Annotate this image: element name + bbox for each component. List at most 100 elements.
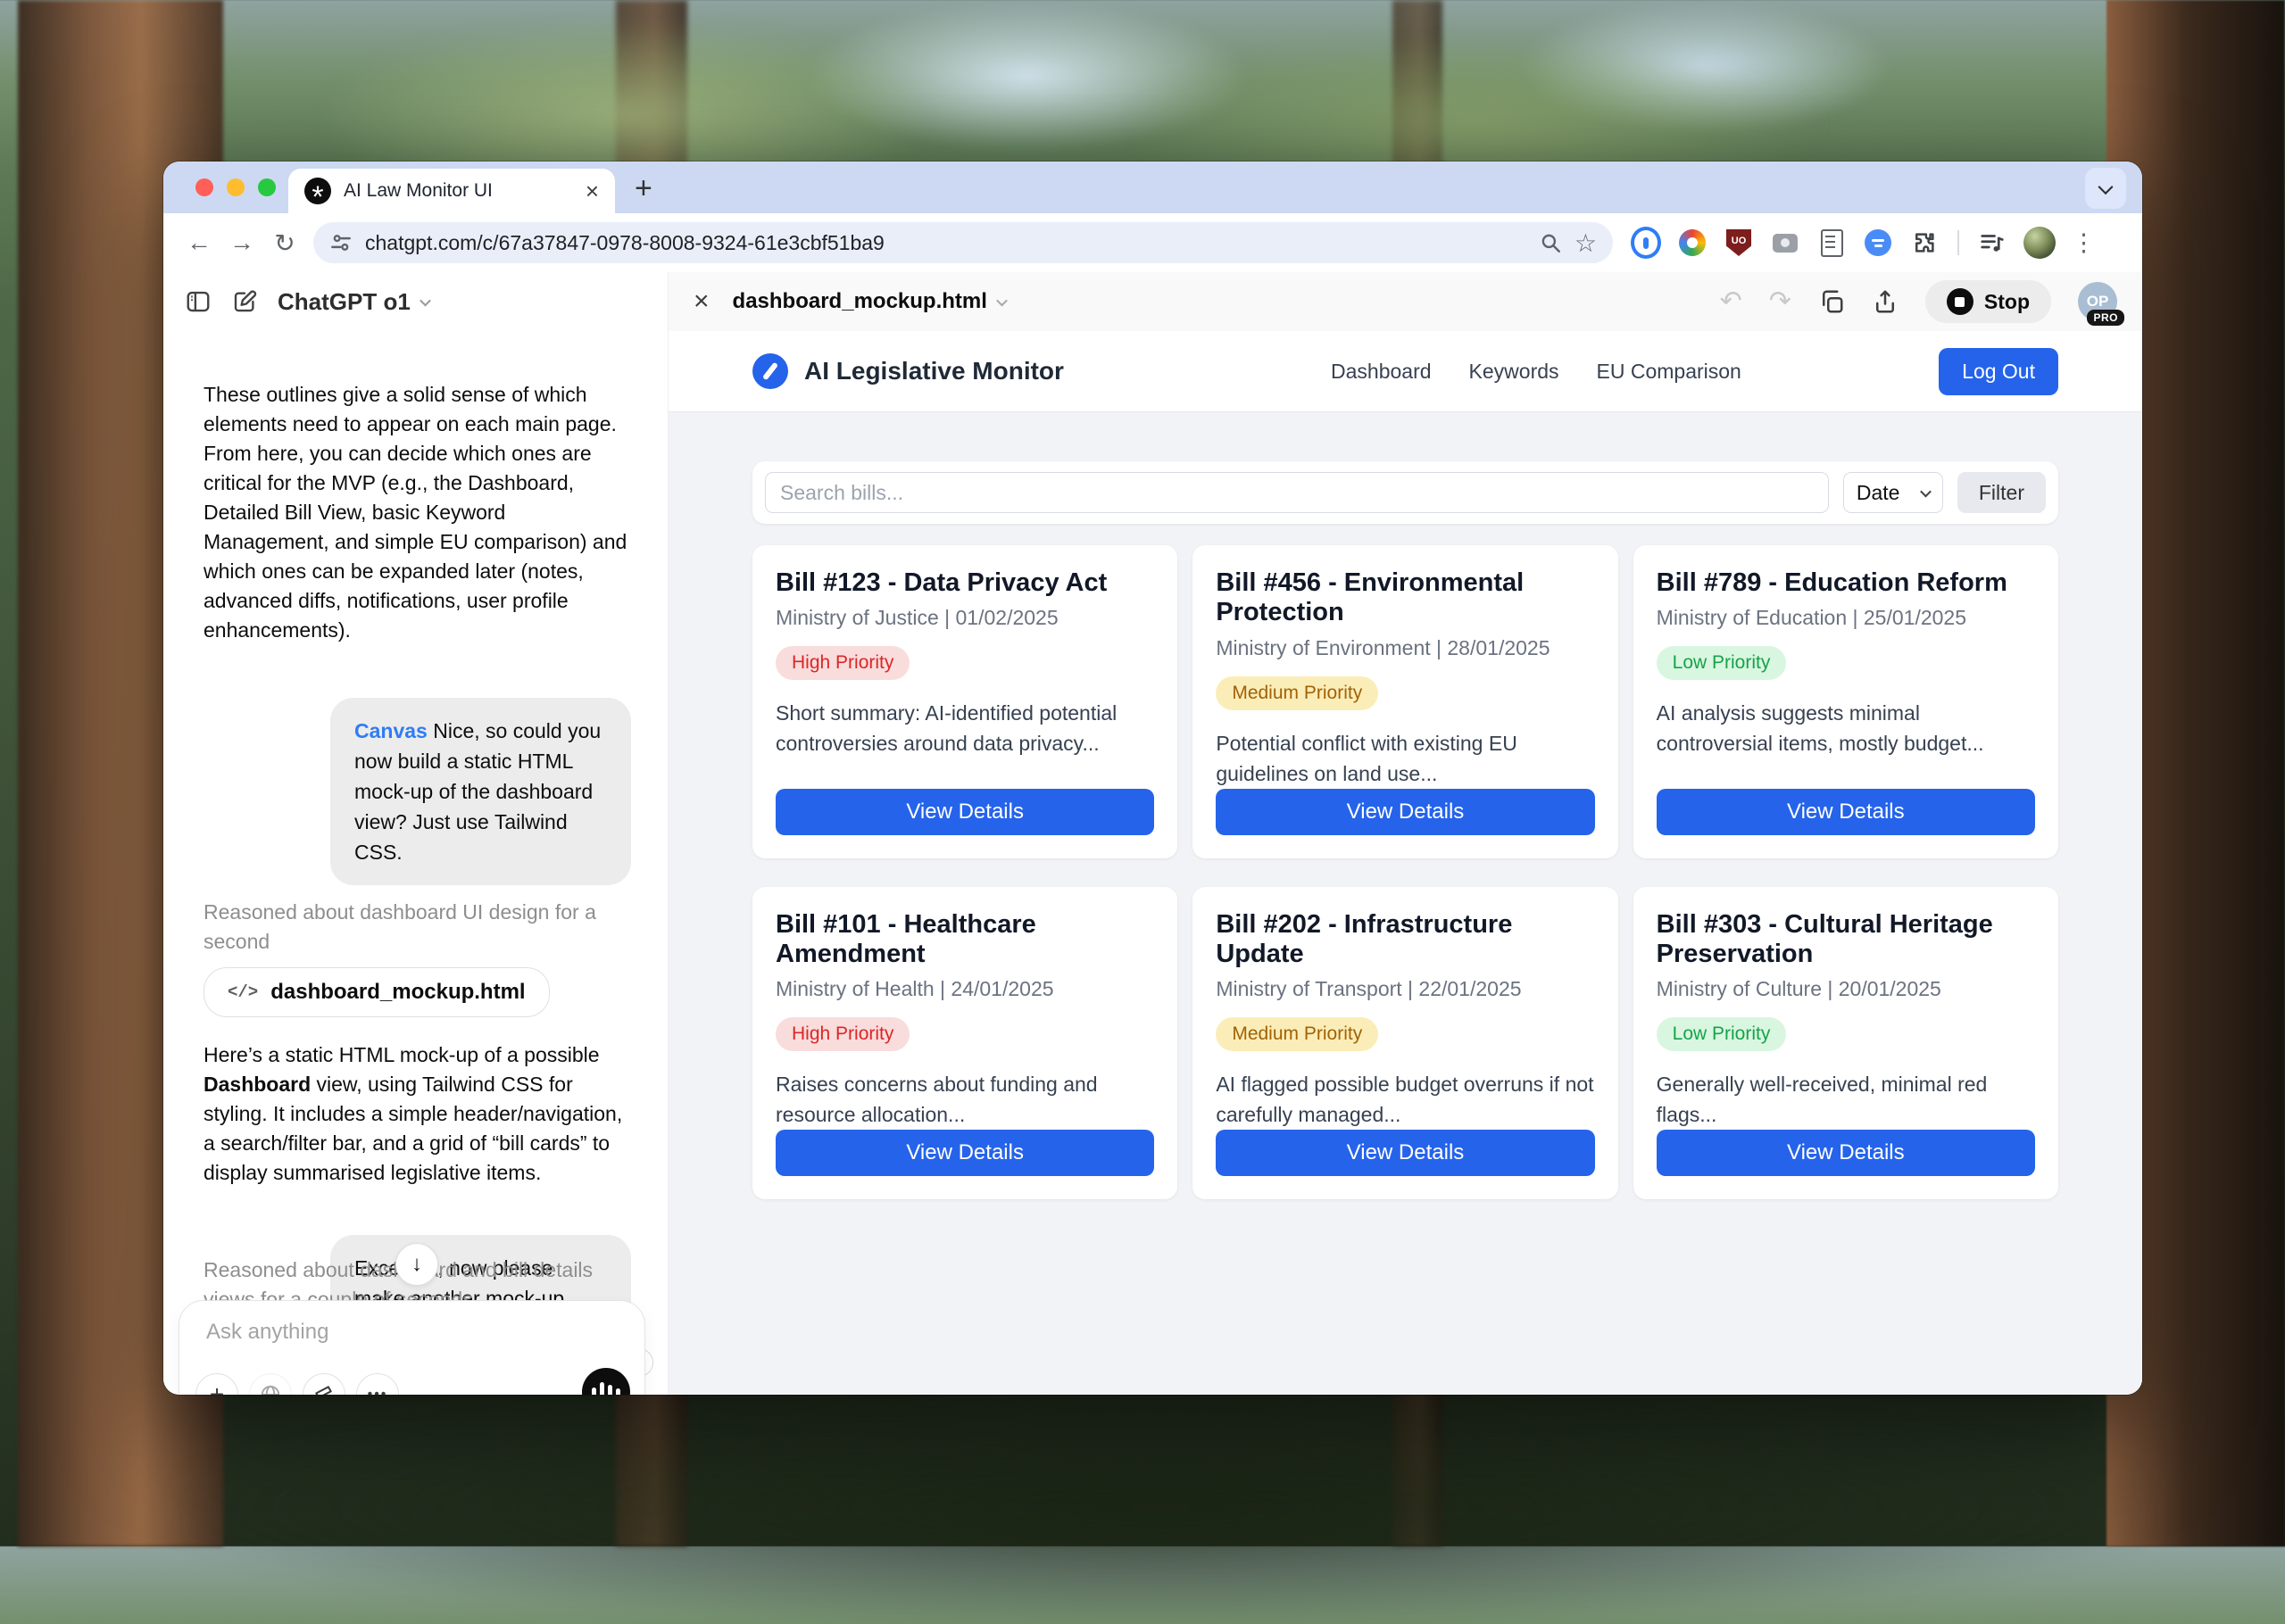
- view-details-button[interactable]: View Details: [776, 1130, 1154, 1176]
- bill-card-grid: Bill #123 - Data Privacy Act Ministry of…: [752, 545, 2058, 1199]
- page-content: ChatGPT o1 These outlines give a solid s…: [163, 272, 2142, 1395]
- nav-eu-comparison[interactable]: EU Comparison: [1597, 360, 1741, 384]
- date-filter-select[interactable]: Date: [1843, 472, 1943, 513]
- canvas-file-chip[interactable]: </> dashboard_mockup.html: [204, 967, 550, 1017]
- document-extension-icon[interactable]: [1816, 228, 1847, 258]
- zoom-window-button[interactable]: [258, 178, 276, 196]
- redo-icon[interactable]: ↷: [1769, 288, 1791, 315]
- dashboard-bold: Dashboard: [204, 1073, 311, 1096]
- priority-badge: Low Priority: [1657, 1017, 1787, 1051]
- priority-badge: High Priority: [776, 646, 910, 680]
- priority-badge: Medium Priority: [1216, 676, 1378, 710]
- bill-meta: Ministry of Education | 25/01/2025: [1657, 606, 2035, 630]
- tab-close-icon[interactable]: ×: [586, 179, 599, 203]
- chat-input[interactable]: [204, 1319, 583, 1346]
- adblock-extension-icon[interactable]: UO: [1724, 228, 1754, 258]
- copy-icon[interactable]: [1818, 288, 1845, 315]
- canvas-link[interactable]: Canvas: [354, 719, 428, 742]
- assistant-message: These outlines give a solid sense of whi…: [204, 380, 631, 645]
- bill-title: Bill #303 - Cultural Heritage Preservati…: [1657, 910, 2035, 970]
- reload-icon[interactable]: ↻: [265, 223, 304, 262]
- app-logo-icon: [752, 353, 788, 389]
- file-chip-label: dashboard_mockup.html: [270, 980, 525, 1005]
- zoom-page-icon[interactable]: [1539, 231, 1562, 254]
- url-text[interactable]: chatgpt.com/c/67a37847-0978-8008-9324-61…: [365, 231, 1526, 255]
- bookmark-star-icon[interactable]: ☆: [1575, 228, 1597, 258]
- attach-plus-button[interactable]: +: [195, 1373, 238, 1395]
- chat-header: ChatGPT o1: [163, 272, 668, 331]
- close-window-button[interactable]: [195, 178, 213, 196]
- bill-title: Bill #123 - Data Privacy Act: [776, 568, 1154, 598]
- forward-icon[interactable]: →: [222, 223, 262, 262]
- nav-keywords[interactable]: Keywords: [1469, 360, 1559, 384]
- browser-menu-icon[interactable]: ⋮: [2072, 229, 2096, 257]
- chevron-down-icon: [996, 294, 1008, 306]
- chatgpt-favicon-icon: *: [304, 178, 331, 204]
- tab-search-button[interactable]: [2085, 168, 2126, 209]
- view-details-button[interactable]: View Details: [1657, 789, 2035, 835]
- view-details-button[interactable]: View Details: [1657, 1130, 2035, 1176]
- bill-meta: Ministry of Environment | 28/01/2025: [1216, 636, 1594, 660]
- bill-title: Bill #456 - Environmental Protection: [1216, 568, 1594, 628]
- mockup-preview: AI Legislative Monitor Dashboard Keyword…: [669, 331, 2142, 1395]
- browser-toolbar: ← → ↻ chatgpt.com/c/67a37847-0978-8008-9…: [163, 213, 2142, 272]
- app-title: AI Legislative Monitor: [804, 357, 1064, 385]
- view-details-button[interactable]: View Details: [1216, 1130, 1594, 1176]
- voice-mode-button[interactable]: [582, 1368, 630, 1395]
- site-info-icon[interactable]: [329, 231, 353, 254]
- chat-composer[interactable]: + •••: [179, 1300, 645, 1395]
- search-input[interactable]: [765, 472, 1829, 513]
- chevron-down-icon: [420, 294, 431, 306]
- stop-button[interactable]: Stop: [1925, 280, 2051, 323]
- view-details-button[interactable]: View Details: [1216, 789, 1594, 835]
- chat-panel: ChatGPT o1 These outlines give a solid s…: [163, 272, 669, 1395]
- bill-meta: Ministry of Culture | 20/01/2025: [1657, 977, 2035, 1001]
- bill-card: Bill #303 - Cultural Heritage Preservati…: [1633, 887, 2058, 1200]
- bill-summary: AI flagged possible budget overruns if n…: [1216, 1069, 1594, 1130]
- blue-extension-icon[interactable]: [1863, 228, 1893, 258]
- browser-tab[interactable]: * AI Law Monitor UI ×: [288, 169, 615, 213]
- share-icon[interactable]: [1872, 288, 1899, 315]
- bill-meta: Ministry of Transport | 22/01/2025: [1216, 977, 1594, 1001]
- media-playlist-icon[interactable]: [1977, 228, 2007, 258]
- canvas-close-icon[interactable]: ×: [694, 288, 710, 315]
- scroll-to-bottom-button[interactable]: ↓: [395, 1243, 438, 1286]
- reasoning-summary[interactable]: Reasoned about dashboard UI design for a…: [204, 898, 631, 957]
- code-icon: </>: [228, 982, 258, 1002]
- logout-button[interactable]: Log Out: [1939, 348, 2058, 395]
- mockup-nav: Dashboard Keywords EU Comparison: [1331, 360, 1741, 384]
- nav-dashboard[interactable]: Dashboard: [1331, 360, 1432, 384]
- foliage-dark: [179, 1392, 2142, 1624]
- color-wheel-extension-icon[interactable]: [1677, 228, 1708, 258]
- filter-button[interactable]: Filter: [1957, 472, 2046, 513]
- screenshot-extension-icon[interactable]: [1770, 228, 1800, 258]
- account-avatar[interactable]: OP PRO: [2078, 282, 2117, 321]
- composer-more-button[interactable]: •••: [356, 1373, 399, 1395]
- bill-summary: Generally well-received, minimal red fla…: [1657, 1069, 2035, 1130]
- tab-title: AI Law Monitor UI: [344, 180, 573, 202]
- sidebar-toggle-icon[interactable]: [185, 288, 212, 315]
- address-bar[interactable]: chatgpt.com/c/67a37847-0978-8008-9324-61…: [313, 222, 1613, 263]
- model-selector[interactable]: ChatGPT o1: [278, 288, 429, 316]
- browser-profile-avatar[interactable]: [2023, 227, 2056, 259]
- web-search-globe-icon[interactable]: [249, 1373, 292, 1395]
- model-label: ChatGPT o1: [278, 288, 411, 316]
- sky-patch: [803, 0, 1250, 152]
- bill-meta: Ministry of Justice | 01/02/2025: [776, 606, 1154, 630]
- bill-summary: Short summary: AI-identified potential c…: [776, 698, 1154, 758]
- bill-title: Bill #202 - Infrastructure Update: [1216, 910, 1594, 970]
- view-details-button[interactable]: View Details: [776, 789, 1154, 835]
- password-manager-extension-icon[interactable]: [1631, 228, 1661, 258]
- new-chat-icon[interactable]: [231, 288, 258, 315]
- canvas-filename[interactable]: dashboard_mockup.html: [733, 289, 1006, 314]
- minimize-window-button[interactable]: [227, 178, 245, 196]
- bill-card: Bill #202 - Infrastructure Update Minist…: [1192, 887, 1617, 1200]
- back-icon[interactable]: ←: [179, 223, 219, 262]
- bill-summary: Potential conflict with existing EU guid…: [1216, 728, 1594, 789]
- extensions-puzzle-icon[interactable]: [1909, 228, 1940, 258]
- new-tab-button[interactable]: +: [635, 171, 652, 206]
- deep-research-telescope-icon[interactable]: [303, 1373, 345, 1395]
- mockup-header: AI Legislative Monitor Dashboard Keyword…: [669, 331, 2142, 412]
- sky-patch-2: [1517, 0, 1892, 134]
- undo-icon[interactable]: ↶: [1720, 288, 1742, 315]
